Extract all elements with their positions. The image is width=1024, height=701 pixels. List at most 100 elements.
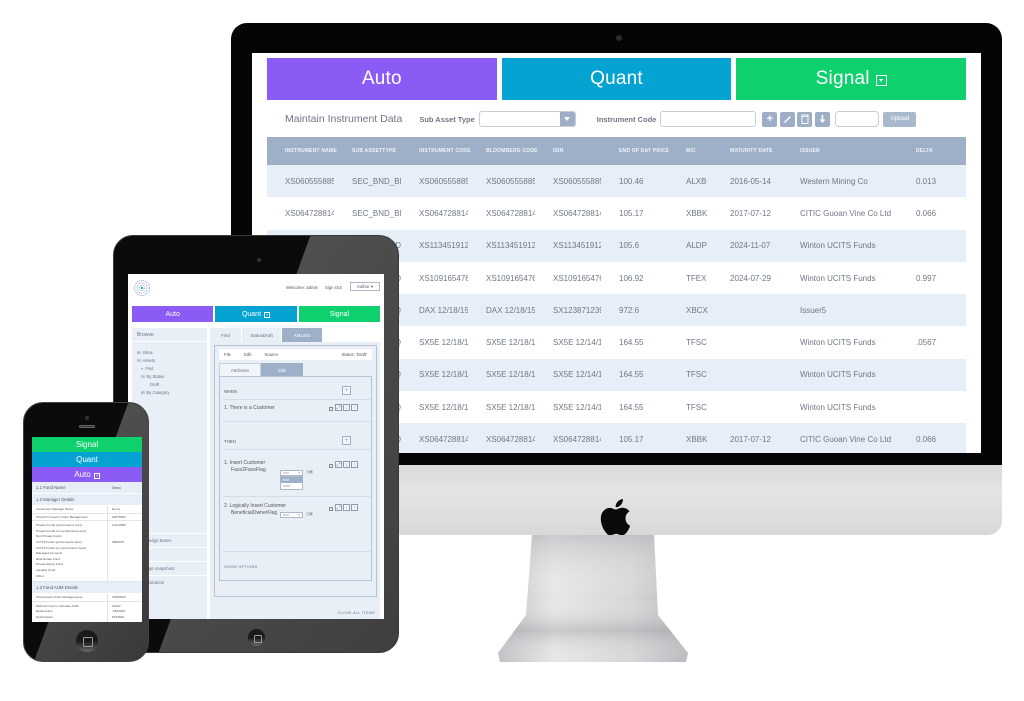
divider xyxy=(223,421,373,422)
chevron-down-icon[interactable] xyxy=(559,112,575,126)
detail-line: 5800075 xyxy=(112,539,125,544)
add-then-button[interactable]: + xyxy=(342,436,351,445)
when-label: WHEN xyxy=(224,389,238,394)
table-row[interactable]: XS0647288140SEC_BND_BNDXS0647288140XS064… xyxy=(267,197,966,230)
tab-auto[interactable]: Auto xyxy=(267,58,497,100)
column-header[interactable]: END OF DAY PRICE xyxy=(601,137,669,165)
tab-quant[interactable]: Quant xyxy=(32,452,142,467)
method-values: GAAP-5642094873484010480009 xyxy=(108,602,130,622)
table-cell: 105.17 xyxy=(601,423,668,453)
delete-button[interactable] xyxy=(797,111,813,127)
divider xyxy=(223,449,373,450)
upload-button[interactable]: Upload xyxy=(883,111,917,127)
tab-attributes[interactable]: Attributes xyxy=(219,363,261,376)
column-header[interactable]: ISIN xyxy=(535,137,601,165)
tab-signal[interactable]: Signal xyxy=(736,58,967,100)
expand-icon[interactable]: ⤢ xyxy=(335,461,342,468)
add-when-button[interactable]: + xyxy=(342,386,351,395)
menu-file[interactable]: File xyxy=(224,352,231,357)
detail-key: Total Firm Assets Under Management xyxy=(32,513,108,521)
table-cell: 2017-07-12 xyxy=(712,423,782,453)
column-header[interactable]: SUB ASSETTYPE xyxy=(334,137,401,165)
beneficial-owner-flag-select[interactable]: true xyxy=(280,512,303,518)
tree-node-icon[interactable]: ⊞ xyxy=(141,390,145,395)
checkbox[interactable] xyxy=(329,407,333,411)
instrument-code-input[interactable] xyxy=(660,111,757,127)
checkbox[interactable] xyxy=(329,464,333,468)
tab-quant[interactable]: Quant xyxy=(215,306,297,322)
grid-icon[interactable]: ▢▤ xyxy=(306,470,313,474)
edit-button[interactable] xyxy=(779,111,795,127)
download-button[interactable] xyxy=(814,111,830,127)
role-select[interactable]: Author ▾ xyxy=(350,282,380,291)
tab-status-draft[interactable]: StatusDraft xyxy=(242,328,282,342)
menu-edit[interactable]: Edit xyxy=(244,352,251,357)
arrow-up-icon[interactable]: ↑ xyxy=(351,461,358,468)
table-cell: XS1091654761 xyxy=(535,261,601,295)
tree-node-icon[interactable]: ⊟ xyxy=(137,358,141,363)
add-button[interactable]: + xyxy=(762,111,778,127)
sign-out-link[interactable]: Sign Out xyxy=(325,285,342,290)
dropdown-menu-icon[interactable] xyxy=(93,472,100,479)
table-cell: .0567 xyxy=(898,326,966,359)
select-value: true xyxy=(283,513,290,517)
tree-item[interactable]: Draft xyxy=(137,381,202,389)
column-header[interactable]: ISSUER xyxy=(782,137,898,165)
grid-icon[interactable]: ▢▤ xyxy=(306,512,313,516)
home-button[interactable] xyxy=(75,629,99,653)
tab-auto[interactable]: Auto xyxy=(32,467,142,482)
tree-item[interactable]: ⊞ By Category xyxy=(137,389,202,397)
tab-find[interactable]: Find xyxy=(210,328,242,342)
close-all-items-link[interactable]: CLOSE ALL ITEMS xyxy=(338,611,376,615)
tree-item[interactable]: ⊟ By Status xyxy=(137,373,202,381)
rule-controls: ⤢ ↓ ↑ xyxy=(335,461,358,468)
arrow-up-icon[interactable]: ↑ xyxy=(351,404,358,411)
column-header[interactable]: INSTRUMENT CODE xyxy=(401,137,470,165)
tab-edit[interactable]: Edit xyxy=(261,363,303,376)
column-header[interactable]: MIC xyxy=(668,137,712,165)
pencil-icon xyxy=(783,115,791,123)
editor-tabs: Find StatusDraft AML001 xyxy=(210,328,380,342)
tree-node-icon[interactable]: ⊟ xyxy=(141,374,145,379)
arrow-down-icon[interactable]: ↓ xyxy=(343,504,350,511)
tree-item[interactable]: ⌕ Find xyxy=(137,365,202,373)
column-header[interactable]: INSTRUMENT NAME xyxy=(267,137,337,165)
dropdown-menu-icon[interactable] xyxy=(875,74,887,86)
table-cell: SX5E 12/14/15 xyxy=(535,326,601,359)
when-rule-1: 1. There is a Customer xyxy=(224,405,275,411)
upload-file-input[interactable] xyxy=(835,111,880,127)
expand-icon[interactable]: ⤢ xyxy=(335,404,342,411)
arrow-down-icon[interactable]: ↓ xyxy=(343,461,350,468)
table-cell: 2024-07-29 xyxy=(712,261,782,295)
tab-auto[interactable]: Auto xyxy=(132,306,214,322)
tree-item[interactable]: ⊟ Assets xyxy=(137,357,202,365)
tree-node-icon[interactable]: ⊞ xyxy=(137,350,141,355)
tab-aml001[interactable]: AML001 xyxy=(282,328,323,342)
column-header[interactable]: MATURITY DATE xyxy=(712,137,782,165)
tab-signal[interactable]: Signal xyxy=(298,306,380,322)
dropdown-menu-icon[interactable] xyxy=(264,312,271,318)
divider xyxy=(223,399,373,400)
table-cell: Winton UCITS Funds xyxy=(782,261,898,295)
menu-source[interactable]: Source xyxy=(264,352,278,357)
tree-node-icon[interactable]: ⌕ xyxy=(141,366,143,371)
tree-item[interactable]: ⊞ Inbox xyxy=(137,349,202,357)
table-row[interactable]: XS0605558856SEC_BND_BNDXS0605558856XS060… xyxy=(267,165,966,198)
option-false[interactable]: false xyxy=(281,483,302,489)
show-options-link[interactable]: SHOW OPTIONS xyxy=(224,565,258,569)
table-cell: SX5E 12/18/15 xyxy=(401,391,468,424)
column-header[interactable]: BLOOMBERG CODE xyxy=(468,137,538,165)
chevron-down-icon: ▾ xyxy=(370,283,374,289)
table-cell xyxy=(712,294,782,327)
sub-asset-type-select[interactable] xyxy=(478,111,576,127)
expand-icon[interactable]: ⤢ xyxy=(335,504,342,511)
tab-quant[interactable]: Quant xyxy=(501,58,732,100)
arrow-up-icon[interactable]: ↑ xyxy=(351,504,358,511)
table-cell: 105.17 xyxy=(601,197,668,230)
tab-signal[interactable]: Signal xyxy=(32,437,142,452)
arrow-down-icon[interactable]: ↓ xyxy=(343,404,350,411)
checkbox[interactable] xyxy=(329,507,333,511)
home-button[interactable] xyxy=(247,628,266,647)
column-header[interactable]: DELTA xyxy=(898,137,966,165)
logo-icon xyxy=(134,280,150,296)
